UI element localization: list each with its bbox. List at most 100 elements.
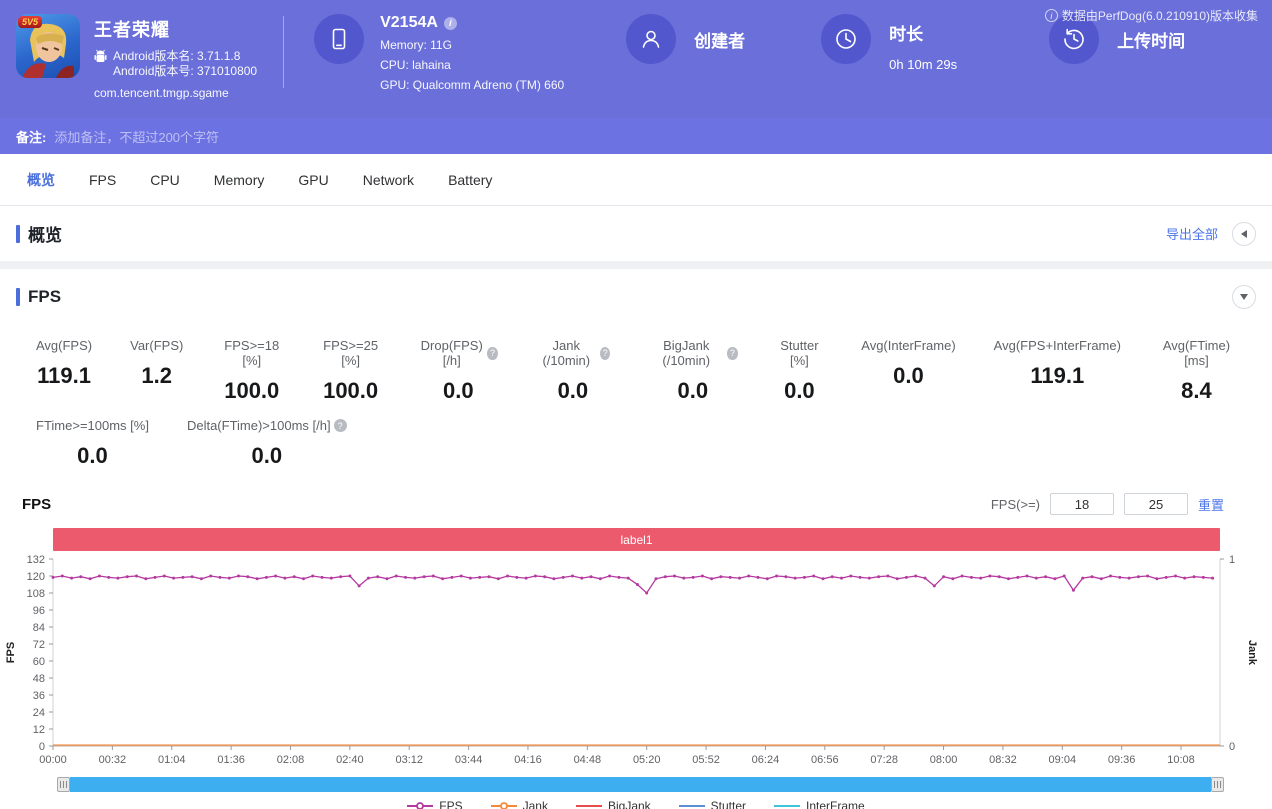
duration-icon-circle bbox=[821, 14, 872, 64]
fps-collapse-button[interactable] bbox=[1232, 284, 1256, 309]
duration-block: 时长 0h 10m 29s bbox=[821, 14, 957, 72]
stat-label: Avg(FPS+InterFrame) bbox=[993, 338, 1121, 353]
slider-handle-right[interactable] bbox=[1211, 777, 1224, 792]
svg-text:0: 0 bbox=[39, 741, 45, 753]
overview-collapse-button[interactable] bbox=[1232, 221, 1256, 246]
device-gpu: GPU: Qualcomm Adreno (TM) 660 bbox=[380, 78, 565, 92]
fps-stat: FPS>=18 [%] 100.0 bbox=[221, 338, 282, 404]
tab-network[interactable]: Network bbox=[346, 154, 431, 206]
legend-item-stutter[interactable]: Stutter bbox=[678, 799, 746, 809]
android-version-name: Android版本名: 3.71.1.8 bbox=[113, 49, 241, 63]
device-icon-circle bbox=[314, 14, 365, 64]
reset-link[interactable]: 重置 bbox=[1198, 495, 1224, 514]
stat-value: 0.0 bbox=[893, 363, 924, 388]
app-info-block: 5V5 王者荣耀 Android版本名: 3.71.1.8 Android版本号… bbox=[16, 14, 257, 100]
stat-label: Var(FPS) bbox=[130, 338, 184, 353]
stat-label: FTime>=100ms [%] bbox=[36, 418, 149, 433]
svg-text:120: 120 bbox=[27, 571, 45, 583]
fps-stat: Avg(InterFrame) 0.0 bbox=[861, 338, 955, 404]
title-accent-bar bbox=[16, 287, 20, 306]
svg-text:04:48: 04:48 bbox=[574, 754, 602, 766]
fps-chart-title: FPS bbox=[22, 495, 52, 513]
help-icon[interactable]: ? bbox=[333, 419, 347, 432]
clock-icon bbox=[836, 29, 856, 49]
section-tab-bar: 概览 FPS CPU Memory GPU Network Battery bbox=[0, 154, 1272, 206]
device-info-icon[interactable]: i bbox=[443, 16, 457, 30]
help-icon[interactable]: ? bbox=[727, 346, 738, 360]
device-model: V2154A bbox=[380, 14, 438, 31]
history-clock-icon bbox=[1064, 28, 1084, 50]
svg-text:06:24: 06:24 bbox=[752, 754, 780, 766]
app-icon-badge: 5V5 bbox=[18, 16, 43, 28]
fps-line-chart: 0 12 24 36 48 60 72 84 96 108 120 132 0 1 00:00 00:32 01… bbox=[5, 554, 1258, 766]
fps-stat: Stutter [%] 0.0 bbox=[776, 338, 824, 404]
fps-threshold-low-input[interactable] bbox=[1049, 493, 1114, 515]
slider-track[interactable] bbox=[70, 777, 1211, 792]
svg-text:02:40: 02:40 bbox=[336, 754, 364, 766]
fps-card: FPS Avg(FPS) 119.1 Var(FPS) 1.2 FPS>=18 [%] 1… bbox=[0, 269, 1272, 809]
chart-label1-bar[interactable]: label1 bbox=[53, 528, 1220, 551]
legend-item-bigjank[interactable]: BigJank bbox=[575, 799, 651, 809]
legend-item-jank[interactable]: Jank bbox=[490, 799, 548, 809]
svg-text:84: 84 bbox=[33, 622, 45, 634]
fps-stat: Drop(FPS) [/h]? 0.0 bbox=[419, 338, 498, 404]
chart-range-slider[interactable] bbox=[57, 777, 1224, 792]
svg-text:60: 60 bbox=[33, 656, 45, 668]
tab-概览[interactable]: 概览 bbox=[10, 154, 72, 206]
stat-label: Avg(FTime) [ms] bbox=[1162, 338, 1231, 368]
duration-label: 时长 bbox=[889, 25, 924, 44]
creator-label: 创建者 bbox=[694, 32, 746, 51]
stat-value: 1.2 bbox=[141, 363, 173, 388]
stat-label: Drop(FPS) [/h]? bbox=[419, 338, 498, 368]
remark-label: 备注: bbox=[16, 129, 47, 145]
triangle-left-icon bbox=[1241, 229, 1247, 238]
stat-value: 0.0 bbox=[557, 378, 589, 403]
tab-cpu[interactable]: CPU bbox=[133, 154, 197, 206]
fps-stat: Avg(FPS) 119.1 bbox=[36, 338, 92, 404]
person-icon bbox=[642, 30, 660, 48]
tab-memory[interactable]: Memory bbox=[197, 154, 282, 206]
collect-note-text: 数据由PerfDog(6.0.210910)版本收集 bbox=[1061, 9, 1258, 23]
phone-icon bbox=[332, 28, 346, 50]
fps-threshold-high-input[interactable] bbox=[1123, 493, 1188, 515]
slider-handle-left[interactable] bbox=[57, 777, 70, 792]
export-all-link[interactable]: 导出全部 bbox=[1166, 224, 1218, 243]
help-icon[interactable]: ? bbox=[487, 346, 498, 360]
overview-card: 概览 导出全部 bbox=[0, 206, 1272, 261]
svg-text:06:56: 06:56 bbox=[811, 754, 839, 766]
fps-stat: FTime>=100ms [%] 0.0 bbox=[36, 418, 149, 469]
remark-input-bar[interactable]: 备注: 添加备注，不超过200个字符 bbox=[0, 118, 1272, 154]
legend-item-interframe[interactable]: InterFrame bbox=[774, 799, 865, 809]
stat-label: Avg(InterFrame) bbox=[861, 338, 956, 353]
stat-value: 0.0 bbox=[251, 443, 283, 468]
stat-label: Jank (/10min)? bbox=[536, 338, 611, 368]
title-accent-bar bbox=[16, 224, 20, 243]
svg-text:03:44: 03:44 bbox=[455, 754, 483, 766]
header-divider bbox=[283, 16, 285, 88]
collect-note: i 数据由PerfDog(6.0.210910)版本收集 bbox=[1044, 7, 1258, 24]
stat-value: 0.0 bbox=[443, 378, 474, 403]
legend-item-fps[interactable]: FPS bbox=[407, 799, 463, 809]
svg-text:10:08: 10:08 bbox=[1167, 754, 1195, 766]
stat-label: BigJank (/10min)? bbox=[648, 338, 738, 368]
svg-text:02:08: 02:08 bbox=[277, 754, 305, 766]
svg-text:03:12: 03:12 bbox=[395, 754, 423, 766]
help-icon[interactable]: ? bbox=[600, 346, 611, 360]
tab-battery[interactable]: Battery bbox=[431, 154, 509, 206]
svg-text:00:32: 00:32 bbox=[99, 754, 127, 766]
tab-fps[interactable]: FPS bbox=[72, 154, 133, 206]
fps-stat: Delta(FTime)>100ms [/h]? 0.0 bbox=[187, 418, 347, 469]
svg-text:00:00: 00:00 bbox=[39, 754, 67, 766]
game-app-icon: 5V5 bbox=[16, 14, 80, 78]
overview-title-text: 概览 bbox=[28, 226, 62, 245]
device-info-block: V2154A i Memory: 11G CPU: lahaina GPU: Q… bbox=[314, 14, 564, 92]
report-header: i 数据由PerfDog(6.0.210910)版本收集 5V5 王者荣耀 An… bbox=[0, 0, 1272, 118]
tab-gpu[interactable]: GPU bbox=[281, 154, 345, 206]
svg-text:04:16: 04:16 bbox=[514, 754, 542, 766]
svg-text:96: 96 bbox=[33, 605, 45, 617]
stat-value: 0.0 bbox=[77, 443, 108, 468]
svg-text:12: 12 bbox=[33, 724, 45, 736]
svg-text:36: 36 bbox=[33, 690, 45, 702]
stat-value: 8.4 bbox=[1181, 378, 1212, 403]
